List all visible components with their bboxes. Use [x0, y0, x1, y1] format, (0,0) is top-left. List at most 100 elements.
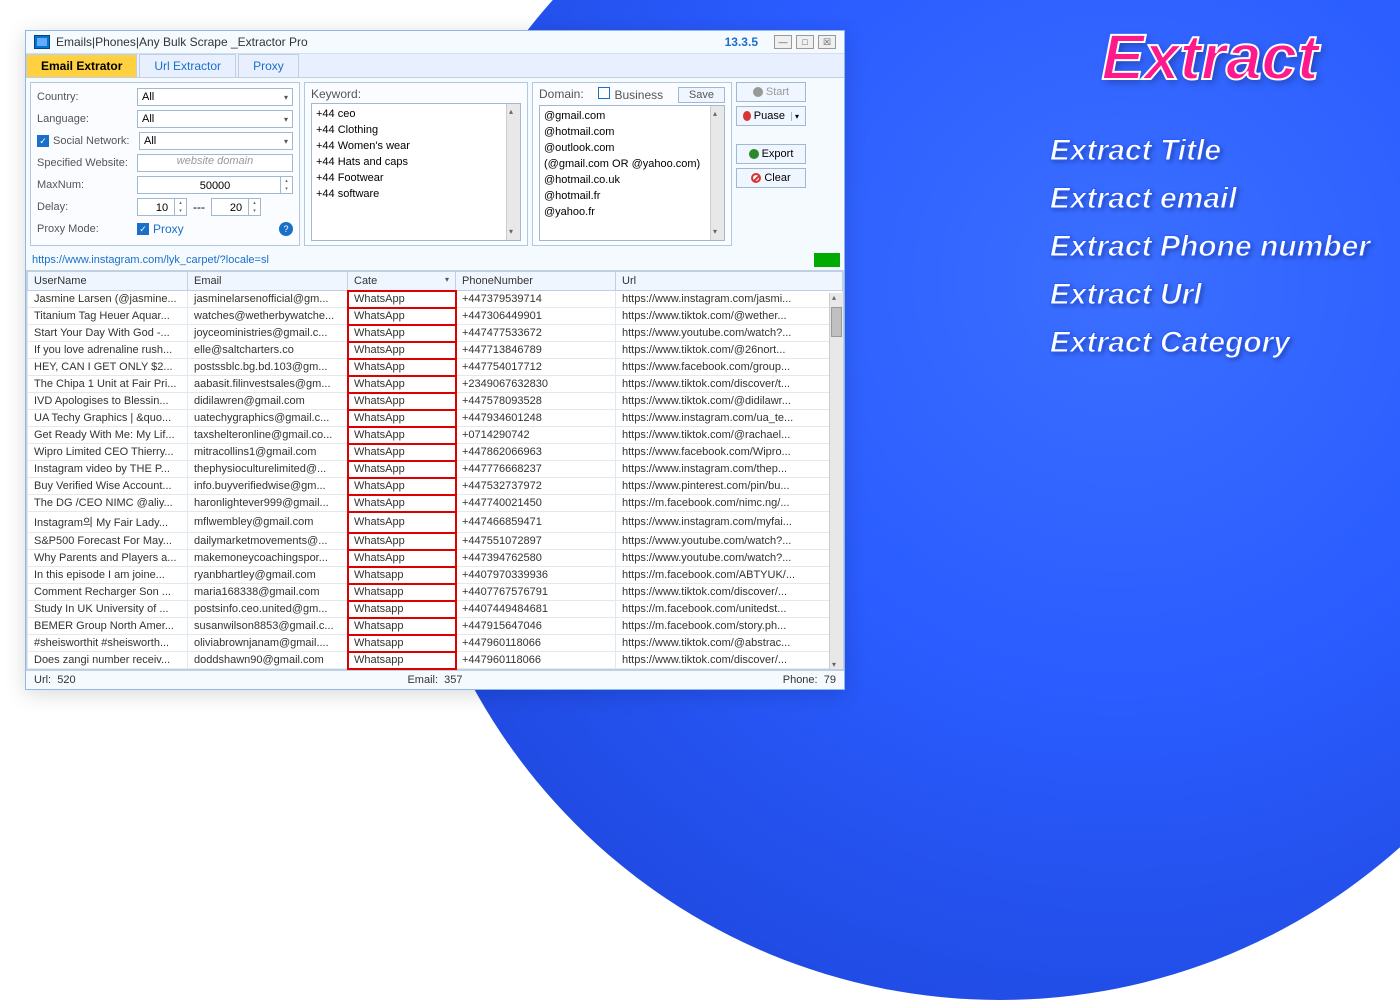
delay-from-input[interactable]: 10▴▾	[137, 198, 187, 216]
cell-email: elle@saltcharters.co	[188, 342, 348, 359]
col-cate[interactable]: Cate▾	[348, 272, 456, 291]
domain-item: @hotmail.fr	[544, 188, 720, 204]
proxymode-checkbox[interactable]: ✓	[137, 223, 149, 235]
domain-item: @gmail.com	[544, 108, 720, 124]
table-row[interactable]: HEY, CAN I GET ONLY $2...postssblc.bg.bd…	[28, 359, 843, 376]
tab-proxy[interactable]: Proxy	[238, 54, 299, 77]
cell-url: https://m.facebook.com/ABTYUK/...	[616, 567, 843, 584]
close-button[interactable]: ☒	[818, 35, 836, 49]
table-row[interactable]: Get Ready With Me: My Lif...taxshelteron…	[28, 427, 843, 444]
col-username[interactable]: UserName	[28, 272, 188, 291]
table-row[interactable]: Buy Verified Wise Account...info.buyveri…	[28, 478, 843, 495]
domains-panel: Domain: Business Save @gmail.com @hotmai…	[532, 82, 732, 246]
table-row[interactable]: Titanium Tag Heuer Aquar...watches@wethe…	[28, 308, 843, 325]
cell-username: Comment Recharger Son ...	[28, 584, 188, 601]
cell-url: https://www.instagram.com/thep...	[616, 461, 843, 478]
table-row[interactable]: Instagram의 My Fair Lady...mflwembley@gma…	[28, 512, 843, 533]
cell-phone: +447477533672	[456, 325, 616, 342]
table-row[interactable]: IVD Apologises to Blessin...didilawren@g…	[28, 393, 843, 410]
language-select[interactable]: All▾	[137, 110, 293, 128]
minimize-button[interactable]: —	[774, 35, 792, 49]
table-row[interactable]: Study In UK University of ...postsinfo.c…	[28, 601, 843, 618]
clear-button[interactable]: Clear	[736, 168, 806, 188]
tab-url-extractor[interactable]: Url Extractor	[139, 54, 236, 77]
table-row[interactable]: UA Techy Graphics | &quo...uatechygraphi…	[28, 410, 843, 427]
cell-email: watches@wetherbywatche...	[188, 308, 348, 325]
table-row[interactable]: S&P500 Forecast For May...dailymarketmov…	[28, 533, 843, 550]
status-url-label: Url:	[34, 674, 51, 686]
table-row[interactable]: Instagram video by THE P...thephysiocult…	[28, 461, 843, 478]
table-row[interactable]: #sheisworthit #sheisworth...oliviabrownj…	[28, 635, 843, 652]
table-row[interactable]: Does zangi number receiv...doddshawn90@g…	[28, 652, 843, 669]
cell-cate: WhatsApp	[348, 533, 456, 550]
col-email[interactable]: Email	[188, 272, 348, 291]
social-select[interactable]: All▾	[139, 132, 293, 150]
cell-url: https://www.tiktok.com/@26nort...	[616, 342, 843, 359]
table-row[interactable]: In this episode I am joine...ryanbhartle…	[28, 567, 843, 584]
cell-cate: WhatsApp	[348, 359, 456, 376]
cell-phone: +447551072897	[456, 533, 616, 550]
cell-cate: WhatsApp	[348, 325, 456, 342]
col-url[interactable]: Url	[616, 272, 843, 291]
start-button[interactable]: Start	[736, 82, 806, 102]
results-table: UserName Email Cate▾ PhoneNumber Url Jas…	[27, 271, 843, 669]
cell-username: Start Your Day With God -...	[28, 325, 188, 342]
table-row[interactable]: BEMER Group North Amer...susanwilson8853…	[28, 618, 843, 635]
col-phone[interactable]: PhoneNumber	[456, 272, 616, 291]
cell-url: https://m.facebook.com/story.ph...	[616, 618, 843, 635]
main-tabs: Email Extrator Url Extractor Proxy	[26, 54, 844, 78]
language-label: Language:	[37, 113, 137, 125]
table-row[interactable]: The DG /CEO NIMC @aliy...haronlightever9…	[28, 495, 843, 512]
cell-phone: +2349067632830	[456, 376, 616, 393]
table-row[interactable]: If you love adrenaline rush...elle@saltc…	[28, 342, 843, 359]
cell-username: HEY, CAN I GET ONLY $2...	[28, 359, 188, 376]
table-row[interactable]: Comment Recharger Son ...maria168338@gma…	[28, 584, 843, 601]
keywords-list[interactable]: +44 ceo +44 Clothing +44 Women's wear +4…	[311, 103, 521, 241]
window-title: Emails|Phones|Any Bulk Scrape _Extractor…	[56, 35, 725, 49]
cell-cate: Whatsapp	[348, 618, 456, 635]
cell-email: mflwembley@gmail.com	[188, 512, 348, 533]
status-url-count: 520	[57, 674, 75, 686]
cell-username: Get Ready With Me: My Lif...	[28, 427, 188, 444]
statusbar: Url: 520 Email: 357 Phone: 79	[26, 670, 844, 689]
save-button[interactable]: Save	[678, 87, 725, 103]
tab-email-extractor[interactable]: Email Extrator	[26, 54, 137, 77]
cell-email: makemoneycoachingspor...	[188, 550, 348, 567]
help-icon[interactable]: ?	[279, 222, 293, 236]
table-row[interactable]: Start Your Day With God -...joyceominist…	[28, 325, 843, 342]
table-row[interactable]: The Chipa 1 Unit at Fair Pri...aabasit.f…	[28, 376, 843, 393]
table-row[interactable]: Why Parents and Players a...makemoneycoa…	[28, 550, 843, 567]
domains-list[interactable]: @gmail.com @hotmail.com @outlook.com (@g…	[539, 105, 725, 241]
export-button[interactable]: Export	[736, 144, 806, 164]
side-title: Extract	[1050, 20, 1370, 94]
cell-username: IVD Apologises to Blessin...	[28, 393, 188, 410]
maxnum-input[interactable]: 50000▴▾	[137, 176, 293, 194]
current-url: https://www.instagram.com/lyk_carpet/?lo…	[30, 252, 810, 268]
cell-email: didilawren@gmail.com	[188, 393, 348, 410]
country-select[interactable]: All▾	[137, 88, 293, 106]
cell-username: The Chipa 1 Unit at Fair Pri...	[28, 376, 188, 393]
social-checkbox[interactable]: ✓	[37, 135, 49, 147]
website-input[interactable]: website domain	[137, 154, 293, 172]
side-item-category: Extract Category	[1050, 326, 1370, 360]
cell-phone: +447960118066	[456, 652, 616, 669]
cell-username: BEMER Group North Amer...	[28, 618, 188, 635]
table-scrollbar[interactable]	[829, 293, 843, 669]
cell-phone: +447915647046	[456, 618, 616, 635]
cell-username: Buy Verified Wise Account...	[28, 478, 188, 495]
pause-button[interactable]: Puase▾	[736, 106, 806, 126]
cell-phone: +447934601248	[456, 410, 616, 427]
keywords-scrollbar[interactable]	[506, 104, 520, 240]
cell-username: S&P500 Forecast For May...	[28, 533, 188, 550]
cell-phone: +4407767576791	[456, 584, 616, 601]
business-checkbox[interactable]	[598, 87, 610, 99]
maximize-button[interactable]: □	[796, 35, 814, 49]
delay-to-input[interactable]: 20▴▾	[211, 198, 261, 216]
url-bar: https://www.instagram.com/lyk_carpet/?lo…	[26, 250, 844, 270]
delay-label: Delay:	[37, 201, 137, 213]
table-row[interactable]: Wipro Limited CEO Thierry...mitracollins…	[28, 444, 843, 461]
domains-scrollbar[interactable]	[710, 106, 724, 240]
version-label: 13.3.5	[725, 35, 758, 49]
cell-phone: +447740021450	[456, 495, 616, 512]
table-row[interactable]: Jasmine Larsen (@jasmine...jasminelarsen…	[28, 291, 843, 308]
